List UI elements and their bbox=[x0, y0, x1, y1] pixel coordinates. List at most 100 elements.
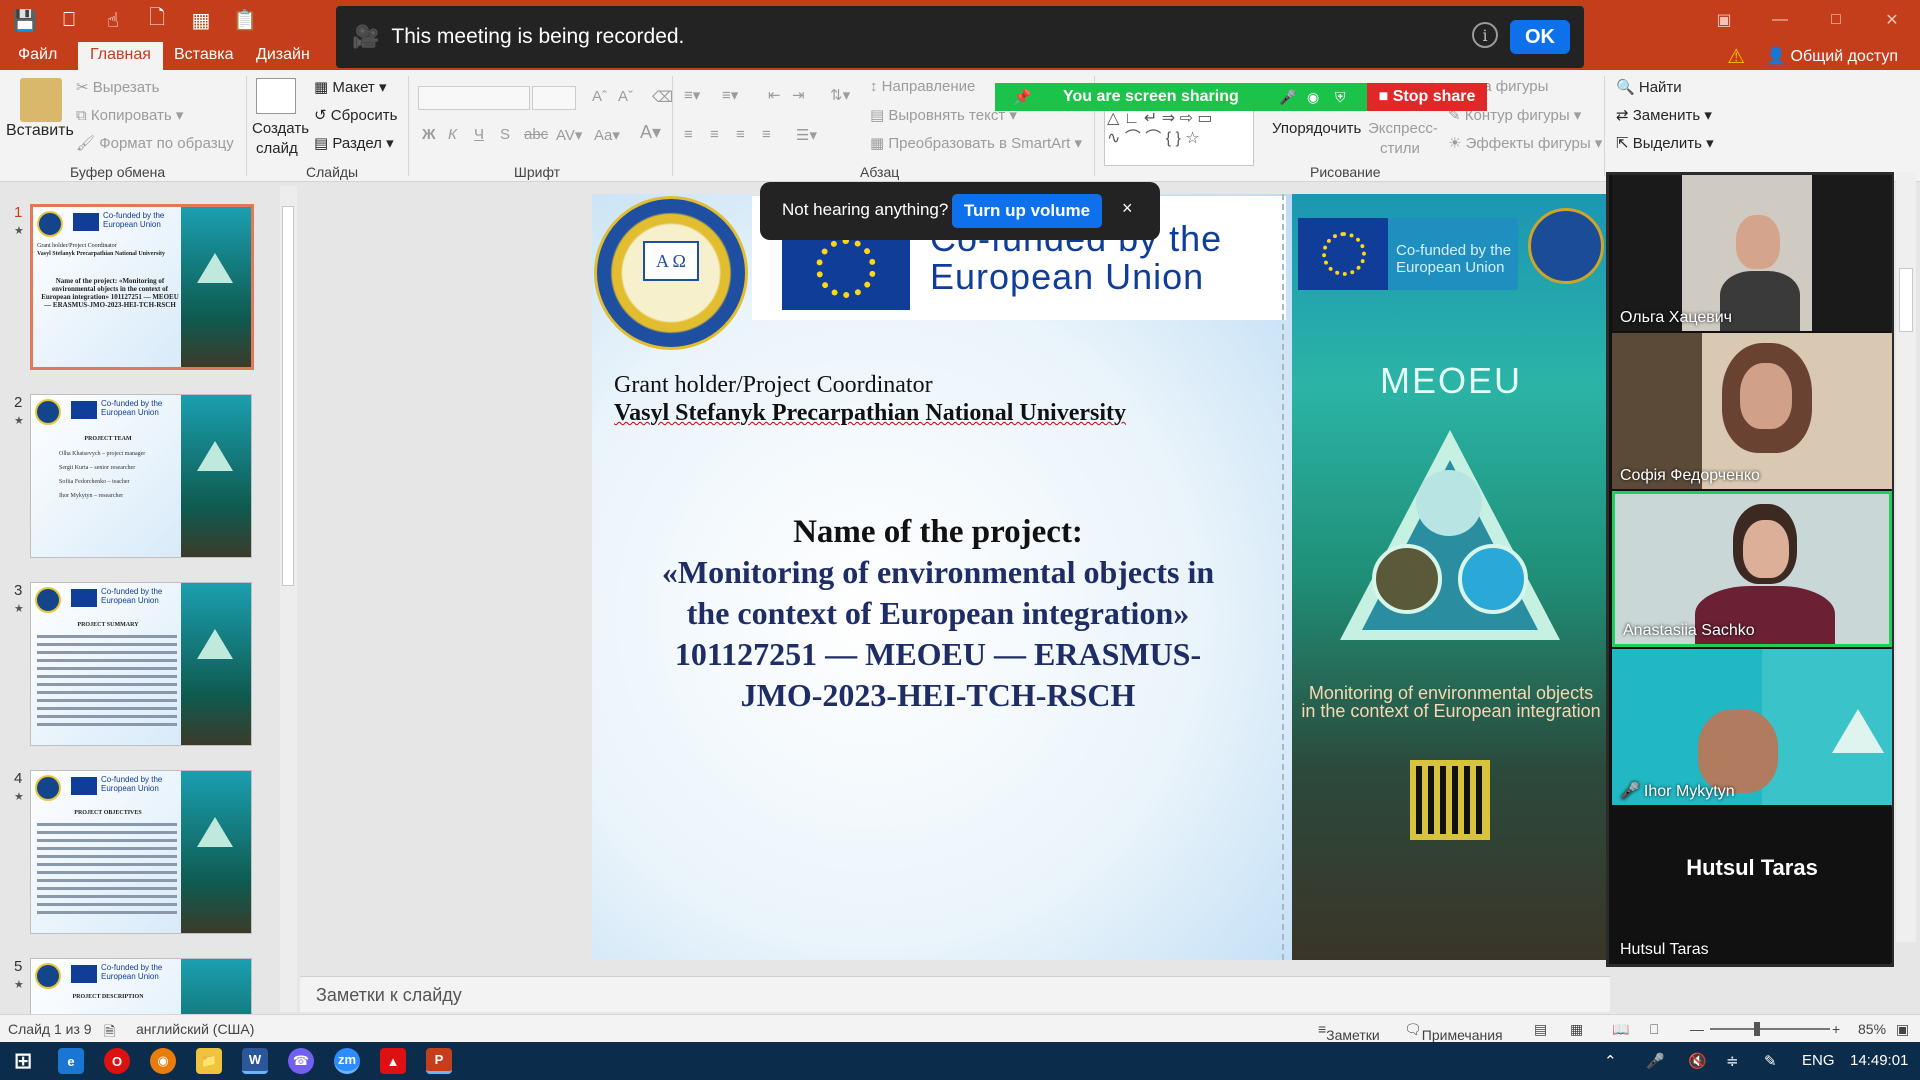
warning-icon[interactable]: ⚠ bbox=[1727, 44, 1745, 69]
volume-muted-icon[interactable]: 🔇 bbox=[1688, 1052, 1707, 1070]
zoom-in-icon[interactable]: + bbox=[1832, 1021, 1840, 1037]
tab-home[interactable]: Главная bbox=[78, 42, 163, 70]
language-tray[interactable]: ENG bbox=[1802, 1052, 1835, 1069]
zoom-app-icon[interactable]: zm bbox=[334, 1048, 360, 1074]
slideshow-view-icon[interactable]: ⎕ bbox=[1650, 1021, 1658, 1038]
recording-ok-button[interactable]: OK bbox=[1510, 20, 1570, 54]
align-left-icon[interactable]: ≡ bbox=[684, 126, 693, 143]
slide-thumbnail-5[interactable]: Co-funded by the European Union PROJECT … bbox=[30, 958, 252, 1014]
tray-expand-icon[interactable]: ⌃ bbox=[1604, 1052, 1617, 1070]
scrollbar-thumb[interactable] bbox=[282, 206, 294, 586]
clock[interactable]: 14:49:01 bbox=[1850, 1052, 1908, 1069]
file-explorer-icon[interactable]: 📁 bbox=[196, 1048, 222, 1074]
bullets-icon[interactable]: ≡▾ bbox=[684, 86, 700, 104]
sorter-view-icon[interactable]: ▦ bbox=[1570, 1021, 1583, 1038]
indent-increase-icon[interactable]: ⇥ bbox=[792, 86, 805, 104]
paste-button[interactable]: Вставить bbox=[6, 122, 74, 140]
windows-start-icon[interactable]: ⊞ bbox=[10, 1048, 36, 1074]
shapes-gallery[interactable]: △ ∟ ↵ ⇒ ⇨ ▭ ∿ ⌒ ⌒ { } ☆ bbox=[1104, 106, 1254, 166]
new-slide-label-2[interactable]: слайд bbox=[256, 140, 298, 157]
shape-effects-button[interactable]: ☀ Эффекты фигуры ▾ bbox=[1448, 134, 1602, 152]
slide-scrollbar-thumb[interactable] bbox=[1899, 268, 1913, 332]
strikethrough-button[interactable]: abc bbox=[524, 126, 548, 143]
align-right-icon[interactable]: ≡ bbox=[736, 126, 745, 143]
text-direction-button[interactable]: ↕ Направление bbox=[870, 78, 975, 95]
edge-icon[interactable]: e bbox=[58, 1048, 84, 1074]
participant-tile[interactable]: 🎤 Ihor Mykytyn bbox=[1612, 649, 1892, 805]
notes-toggle[interactable]: ≡ Заметки bbox=[1318, 1021, 1380, 1043]
restore-icon[interactable]: ▣ bbox=[1696, 0, 1752, 40]
section-button[interactable]: ▤ Раздел ▾ bbox=[314, 134, 394, 152]
thumbnails-scrollbar[interactable] bbox=[280, 186, 297, 1012]
turn-up-volume-button[interactable]: Turn up volume bbox=[952, 194, 1102, 228]
share-button[interactable]: 👤 Общий доступ bbox=[1766, 46, 1898, 66]
slide-thumbnail-2[interactable]: Co-funded by the European Union PROJECT … bbox=[30, 394, 252, 558]
find-button[interactable]: 🔍 Найти bbox=[1616, 78, 1682, 96]
arrange-button[interactable]: Упорядочить bbox=[1272, 120, 1361, 137]
grow-font-icon[interactable]: Aˆ bbox=[592, 88, 607, 105]
participant-tile[interactable]: Hutsul Taras Hutsul Taras bbox=[1612, 807, 1892, 963]
close-icon[interactable]: × bbox=[1122, 198, 1133, 219]
change-case-button[interactable]: Aa▾ bbox=[594, 126, 620, 144]
language-indicator[interactable]: английский (США) bbox=[136, 1021, 254, 1037]
present-icon[interactable]: ⎕ bbox=[52, 4, 86, 36]
select-button[interactable]: ⇱ Выделить ▾ bbox=[1616, 134, 1714, 152]
stop-share-button[interactable]: ■ Stop share bbox=[1367, 83, 1487, 111]
replace-button[interactable]: ⇄ Заменить ▾ bbox=[1616, 106, 1712, 124]
cut-button[interactable]: ✂ Вырезать bbox=[76, 78, 159, 96]
blender-icon[interactable]: ◉ bbox=[150, 1048, 176, 1074]
pin-icon[interactable]: 📌 bbox=[1013, 88, 1032, 106]
touch-mode-icon[interactable]: ☝ bbox=[96, 4, 130, 36]
express-styles-label-1[interactable]: Экспресс- bbox=[1368, 120, 1438, 137]
new-file-icon[interactable]: 🗋 bbox=[140, 4, 174, 36]
tab-insert[interactable]: Вставка bbox=[174, 46, 233, 64]
indent-decrease-icon[interactable]: ⇤ bbox=[768, 86, 781, 104]
zoom-slider[interactable] bbox=[1710, 1022, 1830, 1036]
slide-scrollbar[interactable] bbox=[1896, 172, 1916, 942]
maximize-icon[interactable]: □ bbox=[1808, 0, 1864, 40]
express-styles-label-2[interactable]: стили bbox=[1380, 140, 1420, 157]
save-icon[interactable]: 💾 bbox=[8, 4, 42, 36]
new-slide-icon[interactable] bbox=[256, 78, 296, 114]
zoom-slider-knob[interactable] bbox=[1754, 1022, 1760, 1036]
line-spacing-icon[interactable]: ⇅▾ bbox=[830, 86, 850, 104]
tab-file[interactable]: Файл bbox=[18, 46, 57, 64]
slide-thumbnail-4[interactable]: Co-funded by the European Union PROJECT … bbox=[30, 770, 252, 934]
clear-format-icon[interactable]: ⌫ bbox=[652, 88, 673, 106]
smartart-button[interactable]: ▦ Преобразовать в SmartArt ▾ bbox=[870, 134, 1082, 152]
acrobat-icon[interactable]: ▲ bbox=[380, 1048, 406, 1074]
zoom-out-icon[interactable]: — bbox=[1690, 1021, 1704, 1037]
comments-toggle[interactable]: 🗨 Примечания bbox=[1404, 1021, 1503, 1043]
paste-icon[interactable]: 📋 bbox=[228, 4, 262, 36]
pen-icon[interactable]: ✎ bbox=[1764, 1052, 1777, 1070]
shrink-font-icon[interactable]: Aˇ bbox=[618, 88, 633, 105]
format-painter-button[interactable]: 🖌 Формат по образцу bbox=[76, 134, 234, 152]
spacing-button[interactable]: AV▾ bbox=[556, 126, 582, 144]
slide-thumbnail-1[interactable]: Co-funded by the European Union Grant ho… bbox=[30, 204, 254, 370]
underline-button[interactable]: Ч bbox=[474, 126, 484, 143]
participant-tile-active[interactable]: Anastasiia Sachko bbox=[1612, 491, 1892, 647]
tab-design[interactable]: Дизайн bbox=[256, 46, 310, 64]
shadow-button[interactable]: S bbox=[500, 126, 510, 143]
slide-notes[interactable]: Заметки к слайду bbox=[300, 976, 1610, 1012]
font-size-input[interactable] bbox=[532, 86, 576, 110]
columns-icon[interactable]: ☰▾ bbox=[796, 126, 817, 144]
participant-tile[interactable]: Софія Федорченко bbox=[1612, 333, 1892, 489]
fit-to-window-icon[interactable]: ▣ bbox=[1896, 1021, 1909, 1038]
zoom-level[interactable]: 85% bbox=[1858, 1021, 1886, 1037]
close-icon[interactable]: ✕ bbox=[1864, 0, 1920, 40]
reset-button[interactable]: ↺ Сбросить bbox=[314, 106, 397, 124]
tray-mic-icon[interactable]: 🎤 bbox=[1646, 1052, 1665, 1070]
layout-icon[interactable]: ▦ bbox=[184, 4, 218, 36]
paste-large-icon[interactable] bbox=[20, 78, 62, 122]
new-slide-label-1[interactable]: Создать bbox=[252, 120, 309, 137]
numbering-icon[interactable]: ≡▾ bbox=[722, 86, 738, 104]
opera-icon[interactable]: O bbox=[104, 1048, 130, 1074]
copy-button[interactable]: ⧉ Копировать ▾ bbox=[76, 106, 183, 124]
normal-view-icon[interactable]: ▤ bbox=[1534, 1021, 1547, 1038]
justify-icon[interactable]: ≡ bbox=[762, 126, 771, 143]
word-icon[interactable]: W bbox=[242, 1048, 268, 1074]
bold-button[interactable]: Ж bbox=[422, 126, 436, 143]
italic-button[interactable]: К bbox=[448, 126, 457, 143]
slide-thumbnail-3[interactable]: Co-funded by the European Union PROJECT … bbox=[30, 582, 252, 746]
